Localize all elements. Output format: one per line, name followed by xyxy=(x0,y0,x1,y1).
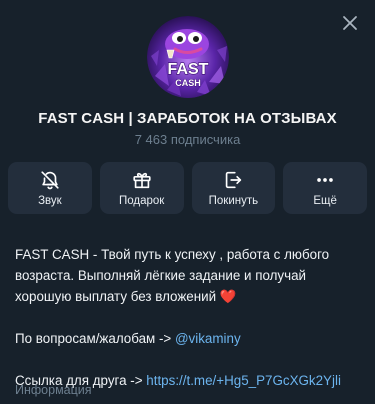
heart-icon: ❤️ xyxy=(219,289,237,304)
close-button[interactable] xyxy=(337,10,363,36)
channel-title: FAST CASH | ЗАРАБОТОК НА ОТЗЫВАХ xyxy=(38,110,337,127)
contact-link[interactable]: @vikaminy xyxy=(175,331,241,346)
mute-button[interactable]: Звук xyxy=(8,162,92,214)
close-icon xyxy=(343,16,357,30)
description-caption: Информация xyxy=(15,383,92,397)
contact-prefix: По вопросам/жалобам -> xyxy=(15,331,175,346)
description-main: FAST CASH - Твой путь к успеху , работа … xyxy=(15,247,330,304)
bell-off-icon xyxy=(41,171,59,190)
leave-button[interactable]: Покинуть xyxy=(191,162,276,214)
gift-icon xyxy=(133,172,151,189)
avatar-logo-line2: CASH xyxy=(175,78,201,88)
subscriber-count: 7 463 подписчика xyxy=(134,132,241,147)
gift-button[interactable]: Подарок xyxy=(99,162,184,214)
gift-label: Подарок xyxy=(118,195,165,207)
friend-invite-link[interactable]: https://t.me/+Hg5_P7GcXGk2Yjli xyxy=(146,373,341,388)
leave-icon xyxy=(226,171,242,189)
mute-label: Звук xyxy=(38,195,62,207)
avatar-logo-line1: FAST xyxy=(168,61,209,78)
channel-avatar[interactable]: FAST CASH xyxy=(147,16,229,98)
leave-label: Покинуть xyxy=(208,195,259,207)
contact-line: По вопросам/жалобам -> @vikaminy xyxy=(15,328,363,349)
more-button[interactable]: Ещё xyxy=(283,162,367,214)
more-icon xyxy=(317,178,333,182)
description-text: FAST CASH - Твой путь к успеху , работа … xyxy=(15,244,363,307)
more-label: Ещё xyxy=(313,195,337,207)
action-bar: Звук Подарок Покинуть Ещё xyxy=(8,162,367,214)
channel-info-panel: FAST CASH FAST CASH | ЗАРАБОТОК НА ОТЗЫВ… xyxy=(0,0,375,404)
channel-description: FAST CASH - Твой путь к успеху , работа … xyxy=(15,244,363,391)
